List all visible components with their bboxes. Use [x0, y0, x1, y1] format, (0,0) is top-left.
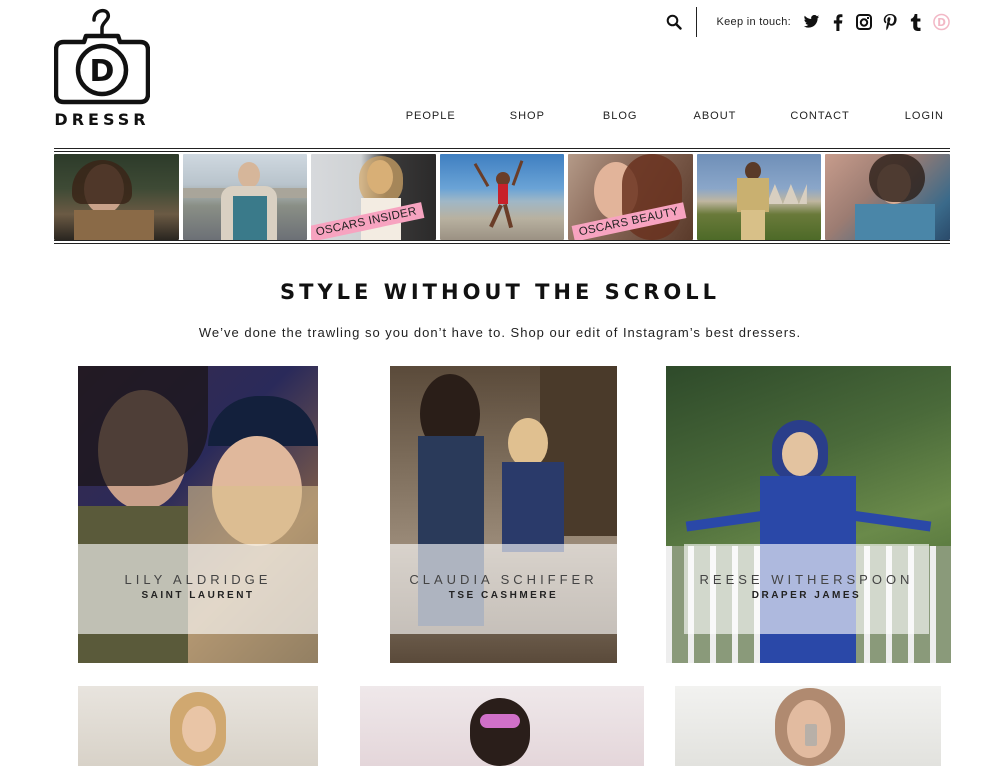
- page-title: STYLE WITHOUT THE SCROLL: [280, 280, 720, 304]
- dressr-logo[interactable]: D DRESSR: [54, 6, 150, 129]
- strip-top-rule-inner: [54, 151, 950, 152]
- keep-in-touch-label: Keep in touch:: [716, 16, 791, 28]
- page-subtitle: We’ve done the trawling so you don’t hav…: [198, 325, 802, 340]
- card-name: REESE WITHERSPOON: [699, 572, 914, 587]
- twitter-icon[interactable]: [803, 13, 820, 31]
- card-caption: LILY ALDRIDGE SAINT LAURENT: [78, 544, 318, 634]
- nav-about[interactable]: ABOUT: [694, 110, 737, 122]
- tumblr-icon[interactable]: [907, 13, 924, 31]
- instagram-icon[interactable]: [855, 13, 872, 31]
- card-brand: DRAPER JAMES: [751, 590, 862, 601]
- card-brand: SAINT LAURENT: [141, 590, 255, 601]
- strip-photo-festival[interactable]: [696, 154, 822, 240]
- card-claudia-schiffer[interactable]: CLAUDIA SCHIFFER TSE CASHMERE: [390, 366, 617, 663]
- card-brand: TSE CASHMERE: [448, 590, 559, 601]
- nav-people[interactable]: PEOPLE: [406, 110, 456, 122]
- nav-contact[interactable]: CONTACT: [790, 110, 849, 122]
- nav-blog[interactable]: BLOG: [603, 110, 638, 122]
- card-reese-witherspoon[interactable]: REESE WITHERSPOON DRAPER JAMES: [666, 366, 951, 663]
- facebook-icon[interactable]: [829, 13, 846, 31]
- card-name: LILY ALDRIDGE: [124, 572, 272, 587]
- card-caption: REESE WITHERSPOON DRAPER JAMES: [684, 544, 929, 634]
- search-icon[interactable]: [664, 12, 684, 32]
- strip-photo-woman-floral[interactable]: [825, 154, 951, 240]
- nav-shop[interactable]: SHOP: [510, 110, 545, 122]
- svg-text:D: D: [937, 17, 946, 29]
- card-name: CLAUDIA SCHIFFER: [409, 572, 598, 587]
- strip-photo-oscars-insider[interactable]: OSCARS INSIDER: [311, 154, 436, 240]
- strip-photo-oscars-beauty[interactable]: OSCARS BEAUTY: [568, 154, 693, 240]
- logo-wordmark: DRESSR: [54, 110, 150, 129]
- card-row2-1[interactable]: [78, 686, 318, 766]
- card-lily-aldridge[interactable]: LILY ALDRIDGE SAINT LAURENT: [78, 366, 318, 663]
- strip-top-rule: [54, 148, 950, 149]
- strip-photo-beach-jump[interactable]: [439, 154, 565, 240]
- svg-text:D: D: [90, 54, 115, 89]
- top-utility-bar: Keep in touch: D: [664, 7, 950, 37]
- featured-strip: OSCARS INSIDER OSCARS BEAUTY: [54, 154, 951, 240]
- nav-login[interactable]: LOGIN: [905, 110, 944, 122]
- card-row2-2[interactable]: [360, 686, 644, 766]
- dressr-icon[interactable]: D: [933, 13, 950, 31]
- main-nav: PEOPLE SHOP BLOG ABOUT CONTACT LOGIN: [406, 110, 944, 122]
- strip-bottom-rule-inner: [54, 243, 950, 244]
- card-caption: CLAUDIA SCHIFFER TSE CASHMERE: [390, 544, 617, 634]
- strip-photo-woman-in-coat[interactable]: [54, 154, 179, 240]
- topbar-divider: [696, 7, 698, 37]
- card-row2-3[interactable]: [675, 686, 941, 766]
- social-links: D: [803, 13, 950, 31]
- strip-bottom-rule: [54, 240, 950, 241]
- pinterest-icon[interactable]: [881, 13, 898, 31]
- strip-photo-man-by-river[interactable]: [182, 154, 308, 240]
- hanger-camera-logo-icon: D: [54, 8, 150, 105]
